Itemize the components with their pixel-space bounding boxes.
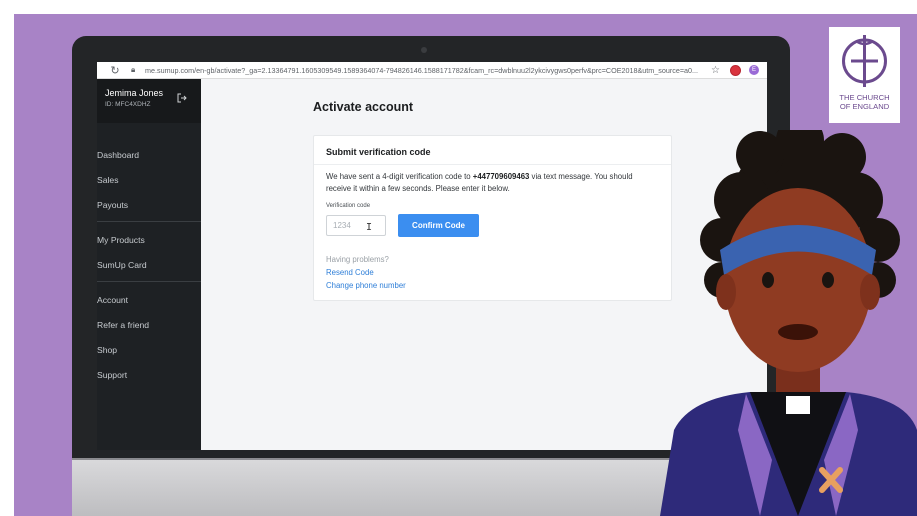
profile-avatar-icon[interactable]: E	[748, 65, 759, 75]
card-divider	[314, 164, 671, 165]
verification-message: We have sent a 4-digit verification code…	[326, 171, 656, 195]
user-id: ID: MFC4XDHZ	[105, 101, 151, 108]
face	[724, 188, 872, 372]
sidebar-item-my-products[interactable]: My Products	[97, 235, 145, 245]
change-phone-link[interactable]: Change phone number	[326, 281, 406, 290]
phone-number: +447709609463	[472, 172, 530, 181]
sidebar-divider	[97, 281, 201, 282]
sidebar-item-refer-a-friend[interactable]: Refer a friend	[97, 320, 149, 330]
logout-icon[interactable]	[177, 93, 187, 106]
sidebar: Jemima Jones ID: MFC4XDHZ Dashboard Sale…	[97, 79, 201, 450]
clerical-collar	[786, 396, 810, 414]
sidebar-item-dashboard[interactable]: Dashboard	[97, 150, 139, 160]
coe-line-1: THE CHURCH	[839, 93, 890, 102]
church-of-england-logo: THE CHURCH OF ENGLAND	[829, 27, 900, 123]
message-text: We have sent a 4-digit verification code…	[326, 172, 473, 181]
lock-icon: 🔒︎	[131, 65, 136, 74]
sidebar-item-sumup-card[interactable]: SumUp Card	[97, 260, 147, 270]
verification-card: Submit verification code We have sent a …	[313, 135, 672, 301]
sidebar-item-support[interactable]: Support	[97, 370, 127, 380]
user-name: Jemima Jones	[105, 88, 164, 98]
star-icon[interactable]: ☆	[711, 65, 720, 76]
sidebar-item-payouts[interactable]: Payouts	[97, 200, 128, 210]
url-text[interactable]: me.sumup.com/en-gb/activate?_ga=2.133647…	[145, 66, 705, 75]
sidebar-item-account[interactable]: Account	[97, 295, 128, 305]
right-ear	[860, 274, 880, 310]
coe-cross-icon	[842, 35, 887, 87]
browser-address-bar: ↻ 🔒︎ me.sumup.com/en-gb/activate?_ga=2.1…	[97, 62, 767, 79]
extension-icon[interactable]	[729, 64, 741, 76]
sidebar-item-sales[interactable]: Sales	[97, 175, 119, 185]
page-title: Activate account	[313, 100, 414, 114]
presenter-illustration	[660, 130, 917, 516]
confirm-code-button[interactable]: Confirm Code	[398, 214, 479, 237]
card-title: Submit verification code	[326, 147, 431, 157]
verification-code-input[interactable]	[326, 215, 386, 236]
sidebar-item-shop[interactable]: Shop	[97, 345, 117, 355]
reload-icon[interactable]: ↻	[105, 64, 125, 77]
webcam	[421, 47, 427, 53]
text-cursor-icon: I	[366, 222, 373, 233]
coe-wordmark: THE CHURCH OF ENGLAND	[829, 93, 900, 111]
verification-code-label: Verification code	[326, 203, 371, 209]
having-problems-text: Having problems?	[326, 255, 389, 264]
sidebar-divider	[97, 221, 201, 222]
mouth	[778, 324, 818, 340]
coe-line-2: OF ENGLAND	[839, 102, 890, 111]
user-box: Jemima Jones ID: MFC4XDHZ	[97, 79, 201, 123]
left-ear	[716, 274, 736, 310]
resend-code-link[interactable]: Resend Code	[326, 268, 374, 277]
